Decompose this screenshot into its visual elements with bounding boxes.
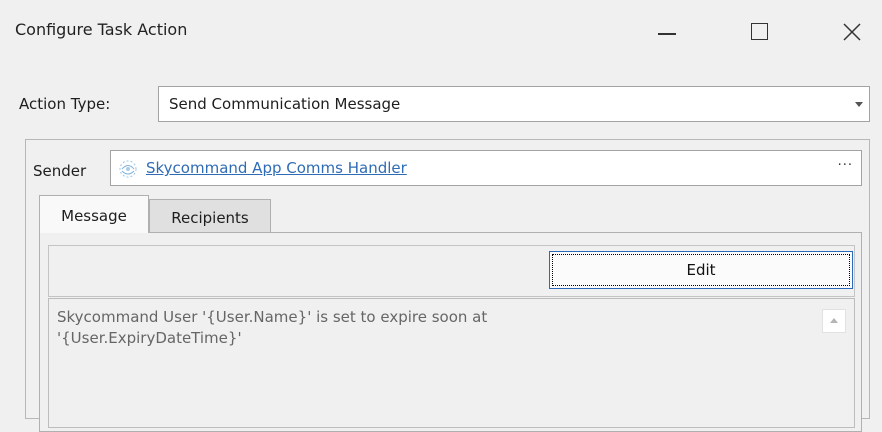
browse-sender-button[interactable]: ···	[838, 158, 853, 173]
scroll-up-button[interactable]	[822, 309, 846, 333]
minimize-button[interactable]	[646, 12, 686, 52]
action-settings-group: Sender Skycommand App Comms Handler ··· …	[25, 139, 870, 432]
chevron-down-icon[interactable]	[855, 102, 863, 107]
maximize-icon	[751, 23, 768, 40]
sender-link[interactable]: Skycommand App Comms Handler	[146, 159, 407, 177]
message-body-box[interactable]: Skycommand User '{User.Name}' is set to …	[48, 298, 855, 428]
chevron-up-icon	[830, 318, 838, 323]
window-title: Configure Task Action	[15, 20, 188, 39]
message-toolbar: Edit	[48, 245, 855, 297]
action-type-label: Action Type:	[19, 95, 111, 113]
maximize-button[interactable]	[739, 12, 779, 52]
action-type-value: Send Communication Message	[169, 95, 401, 113]
tab-message[interactable]: Message	[39, 195, 149, 233]
message-body-text: Skycommand User '{User.Name}' is set to …	[57, 308, 488, 347]
edit-button[interactable]: Edit	[549, 251, 853, 289]
title-bar: Configure Task Action	[0, 0, 882, 62]
minimize-icon	[658, 33, 676, 35]
message-tab-panel: Edit Skycommand User '{User.Name}' is se…	[39, 232, 862, 432]
tab-label: Message	[61, 207, 127, 225]
close-icon	[843, 23, 861, 41]
tab-label: Recipients	[171, 209, 249, 227]
sender-field[interactable]: Skycommand App Comms Handler ···	[110, 150, 862, 186]
action-type-select[interactable]: Send Communication Message	[158, 86, 870, 122]
comms-handler-icon	[119, 160, 137, 178]
configure-task-action-dialog: Configure Task Action Action Type: Send …	[0, 0, 882, 432]
tab-recipients[interactable]: Recipients	[149, 199, 271, 233]
close-button[interactable]	[832, 12, 872, 52]
sender-label: Sender	[33, 162, 87, 180]
